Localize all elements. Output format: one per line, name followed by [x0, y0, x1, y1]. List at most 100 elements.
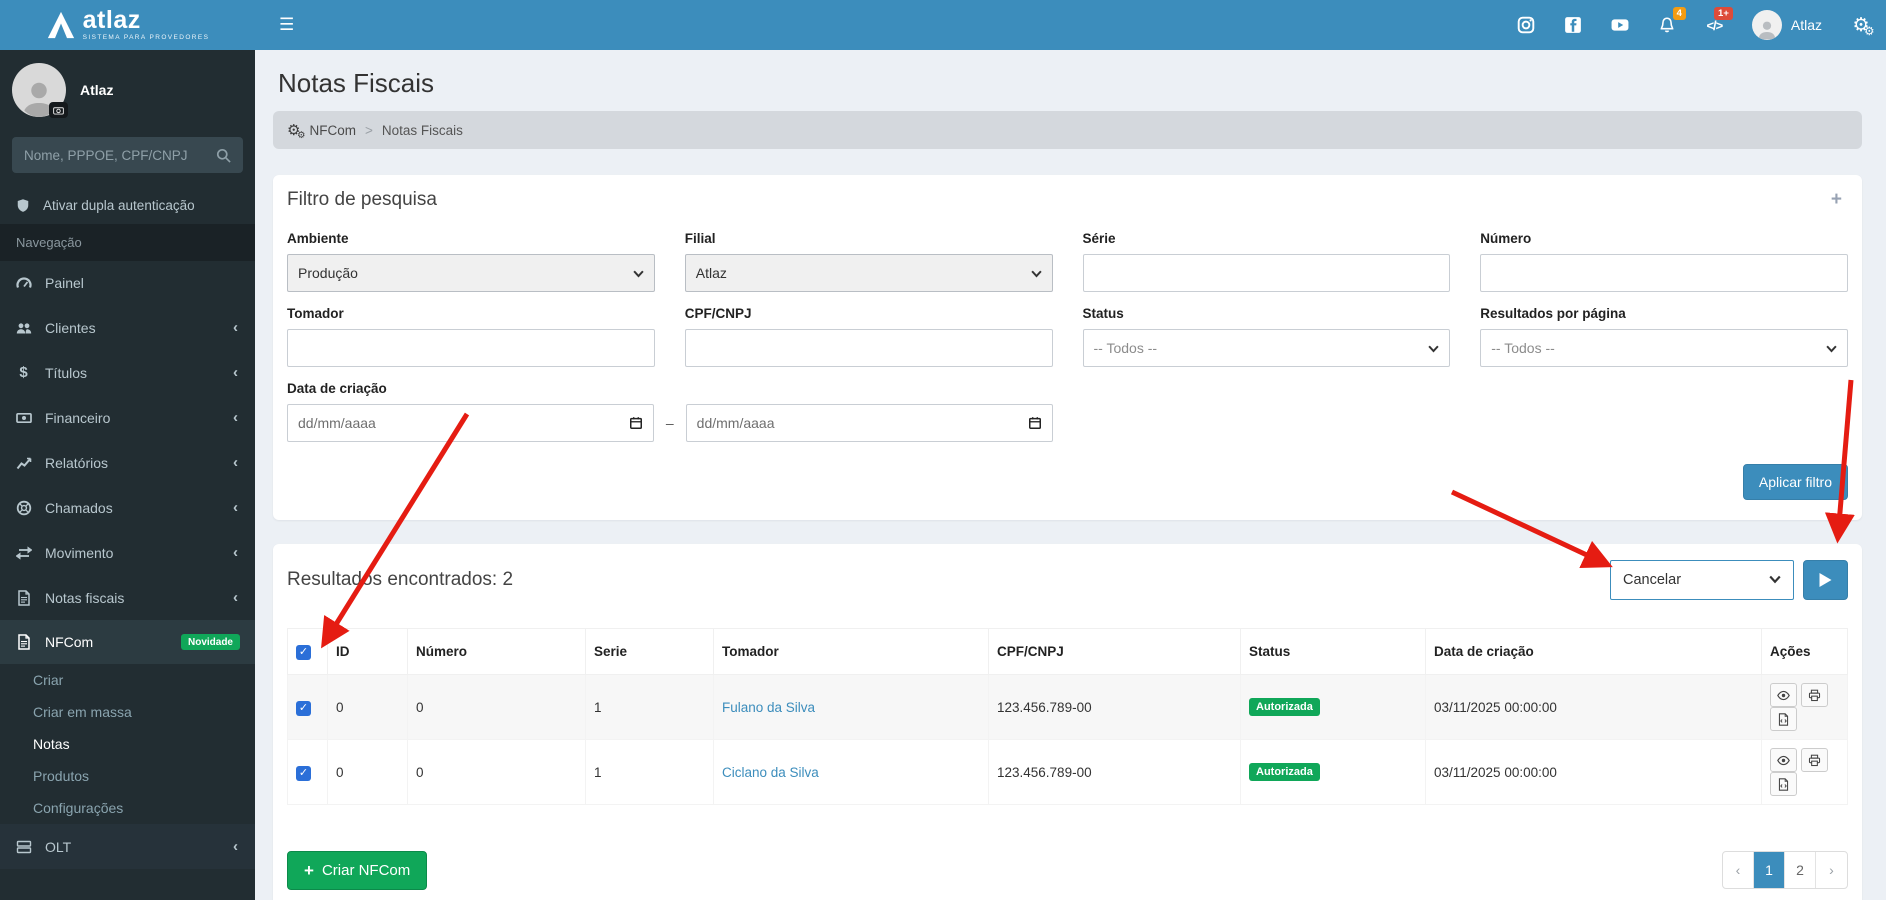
cpf-cnpj-input[interactable]	[684, 329, 1053, 367]
filial-select[interactable]: Atlaz	[684, 254, 1053, 292]
camera-icon[interactable]	[49, 102, 68, 118]
view-button[interactable]	[1770, 748, 1797, 772]
results-table: ✓ ID Número Serie Tomador CPF/CNPJ Statu…	[287, 628, 1848, 805]
user-menu[interactable]: Atlaz	[1738, 10, 1836, 40]
submenu-item-configuracoes[interactable]: Configurações	[0, 792, 255, 824]
sidebar-item-relatorios[interactable]: Relatórios ‹	[0, 440, 255, 485]
row-checkbox[interactable]: ✓	[296, 700, 311, 716]
chevron-left-icon: ‹	[233, 409, 238, 426]
play-icon	[1819, 573, 1832, 587]
notifications-bell-icon[interactable]: 4	[1644, 0, 1691, 50]
facebook-icon[interactable]	[1550, 0, 1597, 50]
submenu-item-notas[interactable]: Notas	[0, 728, 255, 760]
date-start-input[interactable]: dd/mm/aaaa	[287, 404, 654, 442]
col-data: Data de criação	[1425, 628, 1762, 675]
numero-label: Número	[1480, 231, 1532, 246]
tomador-link[interactable]: Fulano da Silva	[722, 700, 815, 715]
submenu-item-criar[interactable]: Criar	[0, 664, 255, 696]
serie-input[interactable]	[1082, 254, 1451, 292]
server-icon	[15, 839, 32, 855]
collapse-toggle-icon[interactable]: +	[1825, 189, 1848, 211]
sidebar-item-clientes[interactable]: Clientes ‹	[0, 305, 255, 350]
tomador-link[interactable]: Ciclano da Silva	[722, 765, 819, 780]
dollar-icon: $	[19, 364, 28, 381]
chevron-left-icon: ‹	[233, 319, 238, 336]
dev-count-badge: 1+	[1714, 7, 1733, 21]
col-status: Status	[1240, 628, 1426, 675]
status-badge: Autorizada	[1249, 763, 1320, 781]
nav-section-header: Navegação	[0, 224, 255, 261]
two-factor-item[interactable]: Ativar dupla autenticação	[0, 187, 255, 224]
ambiente-select[interactable]: Produção	[287, 254, 655, 292]
sidebar-item-titulos[interactable]: $ Títulos ‹	[0, 350, 255, 395]
create-nfcom-button[interactable]: + Criar NFCom	[287, 851, 428, 890]
file-code-icon	[1778, 712, 1789, 726]
dashboard-icon	[15, 275, 32, 291]
filter-panel: Filtro de pesquisa + Ambiente Produção F…	[273, 175, 1862, 520]
chevron-down-icon	[1826, 340, 1837, 356]
sidebar: Atlaz Ativar dupla autenticação Navegaçã…	[0, 50, 255, 900]
bulk-action-select[interactable]: Cancelar	[1610, 560, 1794, 600]
sidebar-item-financeiro[interactable]: Financeiro ‹	[0, 395, 255, 440]
per-page-select[interactable]: -- Todos --	[1480, 329, 1848, 367]
chevron-left-icon: ‹	[233, 454, 238, 471]
xml-file-button[interactable]	[1770, 707, 1797, 731]
view-button[interactable]	[1770, 683, 1797, 707]
status-label: Status	[1082, 306, 1124, 321]
sidebar-item-nfcom[interactable]: NFCom Novidade	[0, 620, 255, 664]
chevron-down-icon	[1030, 265, 1042, 281]
pagination-next[interactable]: ›	[1816, 852, 1847, 888]
sidebar-avatar[interactable]	[12, 63, 68, 118]
settings-gears-icon[interactable]: ⚙ ⚙	[1836, 0, 1886, 50]
date-range-dash: –	[665, 415, 674, 431]
sidebar-item-olt[interactable]: OLT ‹	[0, 824, 255, 869]
gears-icon: ⚙ ⚙	[287, 121, 306, 141]
submenu-item-criar-em-massa[interactable]: Criar em massa	[0, 696, 255, 728]
user-avatar	[1751, 10, 1782, 40]
submenu-item-produtos[interactable]: Produtos	[0, 760, 255, 792]
row-checkbox[interactable]: ✓	[296, 765, 311, 781]
chevron-left-icon: ‹	[233, 544, 238, 561]
col-acoes: Ações	[1761, 628, 1848, 675]
brand-name: atlaz	[82, 6, 141, 35]
pagination: ‹ 1 2 ›	[1722, 851, 1848, 889]
print-button[interactable]	[1801, 683, 1828, 707]
chevron-left-icon: ‹	[233, 589, 238, 606]
client-search-input[interactable]	[24, 147, 216, 163]
breadcrumb-root[interactable]: NFCom	[309, 123, 356, 138]
atlaz-logo-icon	[47, 11, 74, 39]
sidebar-item-movimento[interactable]: Movimento ‹	[0, 530, 255, 575]
numero-input[interactable]	[1480, 254, 1848, 292]
printer-icon	[1808, 754, 1821, 766]
pagination-page-1[interactable]: 1	[1754, 852, 1785, 888]
apply-filter-button[interactable]: Aplicar filtro	[1742, 464, 1848, 500]
brand-logo[interactable]: atlaz SISTEMA PARA PROVEDORES	[0, 0, 255, 50]
select-all-checkbox[interactable]: ✓	[296, 645, 311, 660]
table-row: ✓ 0 0 1 Ciclano da Silva 123.456.789-00 …	[287, 739, 1848, 805]
date-end-input[interactable]: dd/mm/aaaa	[685, 404, 1053, 442]
calendar-icon[interactable]	[1028, 416, 1042, 430]
calendar-icon[interactable]	[629, 416, 643, 430]
breadcrumb: ⚙ ⚙ NFCom > Notas Fiscais	[273, 111, 1862, 149]
plus-icon: +	[304, 861, 314, 880]
status-select[interactable]: -- Todos --	[1082, 329, 1451, 367]
client-search-box	[12, 137, 243, 173]
file-code-icon	[1778, 777, 1789, 791]
top-navbar: atlaz SISTEMA PARA PROVEDORES ☰ 4 </> 1+…	[0, 0, 1886, 50]
sidebar-item-painel[interactable]: Painel	[0, 261, 255, 305]
instagram-icon[interactable]	[1503, 0, 1550, 50]
dev-code-icon[interactable]: </> 1+	[1691, 0, 1738, 50]
xml-file-button[interactable]	[1770, 772, 1797, 796]
run-bulk-action-button[interactable]	[1803, 560, 1848, 600]
pagination-prev[interactable]: ‹	[1723, 852, 1754, 888]
search-icon[interactable]	[216, 148, 231, 163]
sidebar-toggle-icon[interactable]: ☰	[255, 15, 318, 35]
pagination-page-2[interactable]: 2	[1785, 852, 1816, 888]
print-button[interactable]	[1801, 748, 1828, 772]
tomador-input[interactable]	[287, 329, 655, 367]
novidade-badge: Novidade	[180, 634, 240, 650]
sidebar-item-notas-fiscais[interactable]: Notas fiscais ‹	[0, 575, 255, 620]
sidebar-item-chamados[interactable]: Chamados ‹	[0, 485, 255, 530]
youtube-icon[interactable]	[1597, 0, 1644, 50]
notification-count-badge: 4	[1672, 7, 1686, 21]
